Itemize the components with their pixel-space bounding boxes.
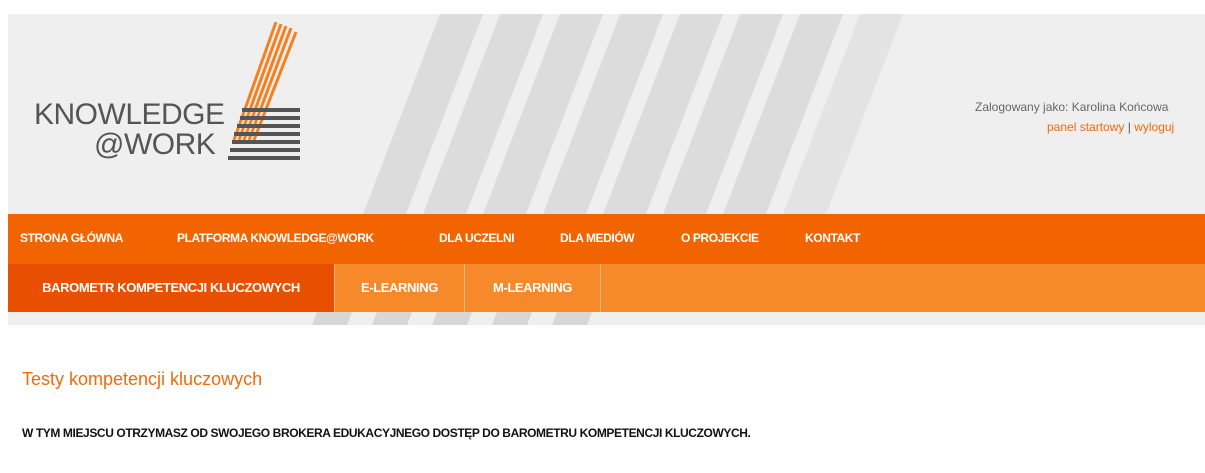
subnav-stripe-band [8, 312, 1205, 325]
nav-universities[interactable]: DLA UCZELNI [439, 231, 515, 245]
tab-m-learning[interactable]: M-LEARNING [465, 264, 601, 312]
logout-link[interactable]: wyloguj [1134, 120, 1174, 134]
nav-about[interactable]: O PROJEKCIE [681, 231, 759, 245]
nav-platform[interactable]: PLATFORMA KNOWLEDGE@WORK [177, 231, 374, 245]
dashboard-link[interactable]: panel startowy [1047, 120, 1124, 134]
tab-e-learning[interactable]: E-LEARNING [335, 264, 465, 312]
stacked-lines-logo-icon [228, 22, 300, 160]
nav-contact[interactable]: KONTAKT [805, 231, 860, 245]
nav-media[interactable]: DLA MEDIÓW [560, 231, 635, 245]
band-stripes [312, 312, 592, 325]
logo-text-knowledge: KNOWLEDGE [34, 98, 225, 131]
logo-text-atwork: @WORK [94, 128, 216, 161]
sub-navigation: BAROMETR KOMPETENCJI KLUCZOWYCH E-LEARNI… [8, 264, 1205, 312]
site-header: KNOWLEDGE @WORK Zalogowany jako: Karolin… [8, 14, 1205, 214]
user-links: panel startowy | wyloguj [1047, 120, 1174, 134]
nav-home[interactable]: STRONA GŁÓWNA [20, 231, 123, 245]
tab-competence-barometer[interactable]: BAROMETR KOMPETENCJI KLUCZOWYCH [8, 264, 335, 312]
main-navigation: STRONA GŁÓWNA PLATFORMA KNOWLEDGE@WORK D… [8, 214, 1205, 264]
page-title: Testy kompetencji kluczowych [22, 369, 263, 389]
lead-text: W TYM MIEJSCU OTRZYMASZ OD SWOJEGO BROKE… [22, 426, 751, 440]
site-logo[interactable]: KNOWLEDGE @WORK [30, 22, 300, 192]
links-separator: | [1127, 120, 1131, 134]
logged-in-label: Zalogowany jako: Karolina Końcowa [975, 100, 1169, 114]
